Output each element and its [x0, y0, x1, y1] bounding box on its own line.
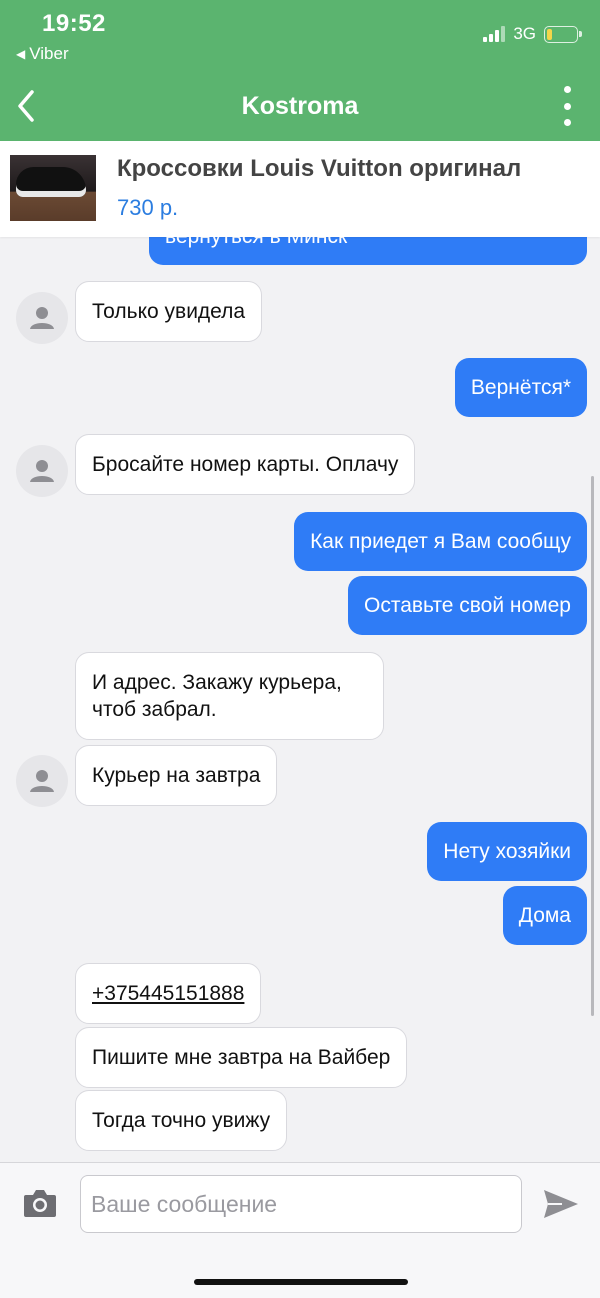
avatar-icon	[16, 445, 68, 497]
message-bubble-outgoing[interactable]: Нету хозяйки	[427, 822, 587, 881]
message-bubble-outgoing[interactable]: Вернётся*	[454, 358, 587, 417]
message-bubble-outgoing[interactable]: Дома	[502, 886, 587, 945]
message-bubble-incoming[interactable]: Тогда точно увижу	[75, 1090, 288, 1151]
message-composer	[0, 1162, 600, 1298]
battery-icon	[544, 25, 582, 43]
message-text: вернуться в Минск	[165, 237, 347, 248]
status-indicators: 3G	[483, 24, 582, 44]
product-title: Кроссовки Louis Vuitton оригинал	[117, 155, 522, 182]
status-time: 19:52	[42, 10, 106, 37]
message-bubble-incoming[interactable]: И адрес. Закажу курьера, чтоб забрал.	[75, 652, 384, 740]
message-text: Нету хозяйки	[443, 840, 571, 863]
chat-title: Kostroma	[241, 92, 359, 120]
message-bubble-incoming[interactable]: Только увидела	[75, 281, 263, 342]
status-back-label: Viber	[29, 44, 69, 63]
message-bubble-incoming[interactable]: Бросайте номер карты. Оплачу	[75, 434, 416, 495]
message-text: Курьер на завтра	[92, 764, 261, 787]
message-text: Бросайте номер карты. Оплачу	[92, 453, 399, 476]
product-banner[interactable]: Кроссовки Louis Vuitton оригинал 730 р.	[0, 141, 600, 237]
back-triangle-icon: ◀	[16, 47, 26, 61]
send-icon[interactable]	[542, 1187, 580, 1221]
message-text-line: И адрес. Закажу курьера,	[92, 671, 342, 694]
product-price: 730 р.	[117, 195, 179, 220]
home-indicator[interactable]	[194, 1279, 408, 1285]
more-options-icon[interactable]	[560, 86, 574, 126]
header-bar: 19:52 ◀ Viber 3G Kostroma	[0, 0, 600, 141]
avatar-icon	[16, 292, 68, 344]
chat-scrollbar[interactable]	[591, 476, 594, 1016]
status-back-to-app[interactable]: ◀ Viber	[16, 44, 69, 64]
camera-icon[interactable]	[22, 1187, 58, 1219]
message-bubble-incoming[interactable]: Курьер на завтра	[75, 745, 278, 806]
message-bubble-outgoing[interactable]: Как приедет я Вам сообщу	[294, 512, 587, 571]
signal-icon	[483, 26, 506, 42]
network-type: 3G	[513, 24, 536, 43]
message-bubble-incoming[interactable]: Пишите мне завтра на Вайбер	[75, 1027, 408, 1088]
message-bubble-outgoing[interactable]: вернуться в Минск	[149, 237, 587, 265]
chat-messages[interactable]: вернуться в Минск Только увидела Вернётс…	[0, 237, 600, 1162]
message-text: Как приедет я Вам сообщу	[310, 530, 571, 553]
product-thumbnail	[10, 155, 96, 221]
message-text: Оставьте свой номер	[364, 594, 571, 617]
phone-link[interactable]: +375445151888	[92, 982, 244, 1005]
message-text: Только увидела	[92, 300, 246, 323]
message-bubble-outgoing[interactable]: Оставьте свой номер	[348, 576, 587, 635]
message-bubble-incoming[interactable]: +375445151888	[75, 963, 262, 1024]
avatar-icon	[16, 755, 68, 807]
message-text: Вернётся*	[470, 376, 571, 399]
message-text: Тогда точно увижу	[92, 1109, 271, 1132]
message-text: Пишите мне завтра на Вайбер	[92, 1046, 391, 1069]
message-text-line: чтоб забрал.	[92, 698, 217, 721]
message-input[interactable]	[80, 1175, 522, 1233]
message-text: Дома	[518, 904, 571, 927]
